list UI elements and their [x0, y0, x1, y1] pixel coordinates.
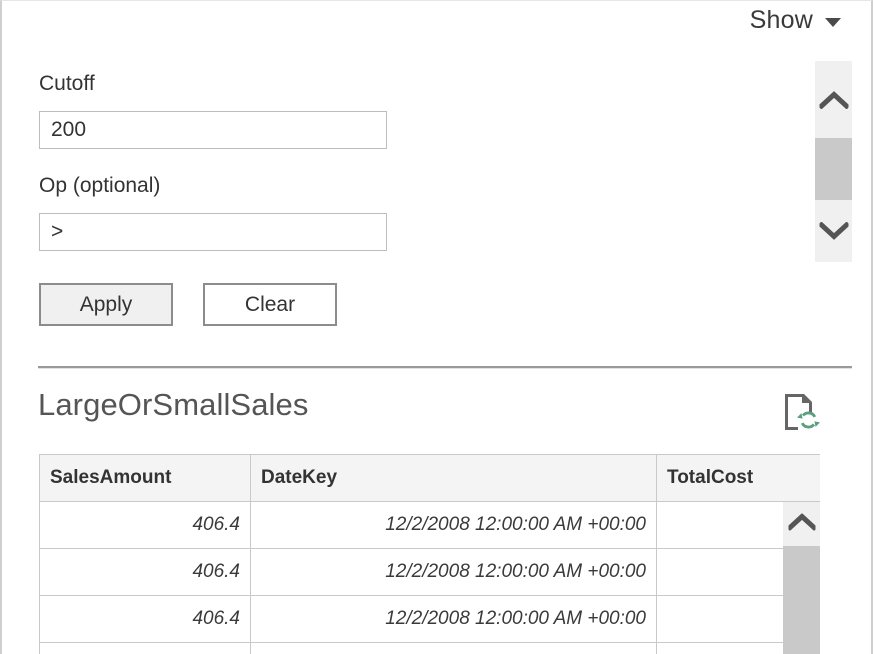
cell-datekey: 12/2/2008 12:00:00 AM +00:00: [251, 549, 657, 596]
cell-salesamount: 406.4: [40, 596, 251, 643]
table-row[interactable]: [40, 643, 821, 654]
chevron-up-icon: [819, 91, 848, 109]
page-scroll-up-button[interactable]: [815, 61, 852, 138]
op-label: Op (optional): [39, 173, 160, 199]
cutoff-input[interactable]: [39, 111, 387, 149]
page-scroll-thumb[interactable]: [815, 138, 852, 200]
table-row[interactable]: 406.4 12/2/2008 12:00:00 AM +00:00 2: [40, 502, 821, 549]
page-root: Show Cutoff Op (optional) Apply Clear La…: [0, 0, 873, 654]
table-row[interactable]: 406.4 12/2/2008 12:00:00 AM +00:00 2: [40, 549, 821, 596]
cutoff-label: Cutoff: [39, 71, 95, 97]
table-row[interactable]: 406.4 12/2/2008 12:00:00 AM +00:00 2: [40, 596, 821, 643]
column-header-totalcost[interactable]: TotalCost: [657, 455, 821, 502]
result-table: SalesAmount DateKey TotalCost 406.4 12/2…: [39, 454, 820, 654]
table-header-row: SalesAmount DateKey TotalCost: [40, 455, 821, 502]
show-dropdown-label: Show: [750, 3, 813, 37]
cell-datekey: 12/2/2008 12:00:00 AM +00:00: [251, 596, 657, 643]
result-table-title: LargeOrSmallSales: [38, 384, 308, 426]
chevron-down-icon: [819, 222, 848, 240]
op-input[interactable]: [39, 213, 387, 251]
cell-salesamount: 406.4: [40, 502, 251, 549]
show-dropdown[interactable]: Show: [750, 3, 841, 37]
cell-datekey: [251, 643, 657, 654]
section-divider: [38, 366, 852, 369]
clear-button[interactable]: Clear: [203, 283, 337, 326]
page-vertical-scrollbar[interactable]: [815, 61, 852, 262]
chevron-down-icon: [825, 18, 841, 27]
cell-salesamount: 406.4: [40, 549, 251, 596]
table-vertical-scrollbar[interactable]: [783, 502, 820, 654]
chevron-up-icon: [788, 514, 815, 531]
cell-salesamount: [40, 643, 251, 654]
result-table-container[interactable]: SalesAmount DateKey TotalCost 406.4 12/2…: [39, 454, 820, 654]
apply-button[interactable]: Apply: [39, 283, 173, 326]
cell-datekey: 12/2/2008 12:00:00 AM +00:00: [251, 502, 657, 549]
page-scroll-down-button[interactable]: [815, 200, 852, 262]
table-scroll-thumb[interactable]: [783, 546, 820, 654]
column-header-salesamount[interactable]: SalesAmount: [40, 455, 251, 502]
column-header-datekey[interactable]: DateKey: [251, 455, 657, 502]
refresh-document-icon[interactable]: [781, 391, 821, 433]
table-scroll-up-button[interactable]: [783, 502, 820, 542]
